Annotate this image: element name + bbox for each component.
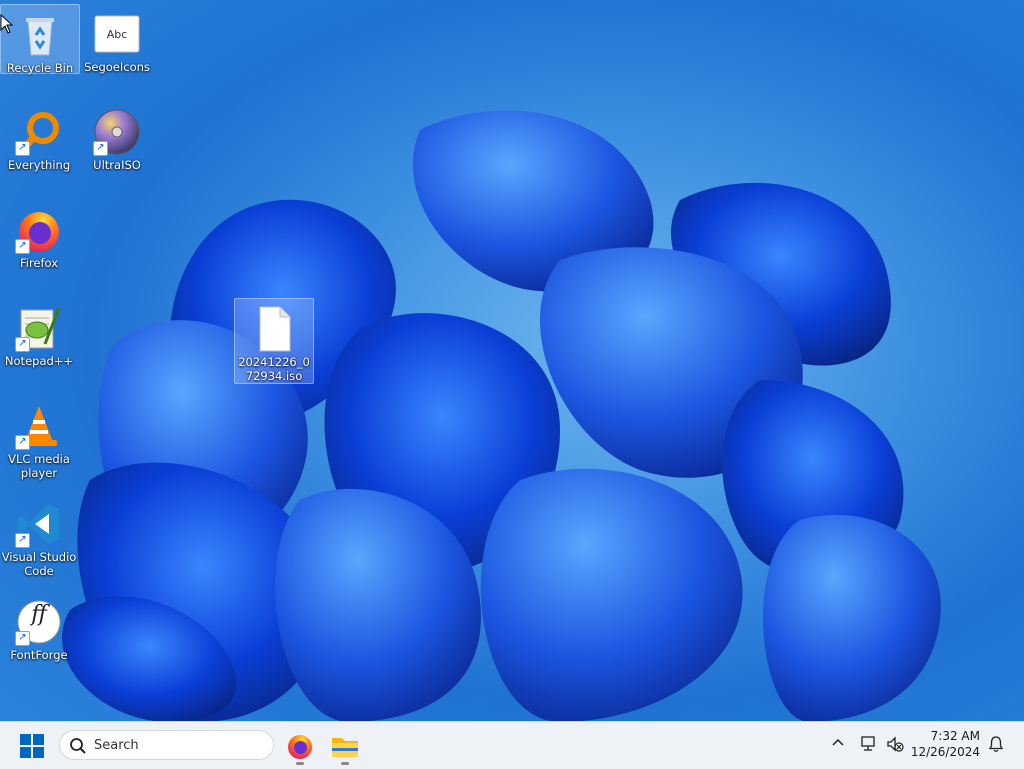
shortcut-arrow-icon: ↗ (15, 337, 30, 352)
shortcut-arrow-icon: ↗ (93, 141, 108, 156)
shortcut-arrow-icon: ↗ (15, 435, 30, 450)
desktop-icon-everything[interactable]: ↗ Everything (0, 102, 78, 172)
desktop-icon-label: Visual Studio Code (1, 550, 77, 578)
disc-icon: ↗ (93, 108, 141, 156)
shortcut-arrow-icon: ↗ (15, 533, 30, 548)
clock-date: 12/26/2024 (910, 745, 980, 759)
show-hidden-icons-button[interactable] (830, 735, 846, 755)
font-file-icon: Abc (93, 10, 141, 58)
network-status[interactable] (860, 735, 878, 757)
desktop-icon-fontforge[interactable]: ff ↗ FontForge (0, 592, 78, 662)
taskbar-search-box[interactable]: Search (59, 730, 274, 760)
running-indicator (341, 762, 349, 765)
taskbar-firefox[interactable] (284, 730, 316, 765)
firefox-icon: ↗ (15, 206, 63, 254)
mouse-cursor-icon (0, 14, 14, 34)
desktop-icon-label: 20241226_072934.iso (238, 355, 310, 383)
chevron-up-icon (832, 738, 844, 746)
shortcut-arrow-icon: ↗ (15, 631, 30, 646)
fontforge-glyph: ff (31, 602, 47, 627)
recycle-bin-icon (16, 11, 64, 59)
clock-time: 7:32 AM (930, 729, 980, 743)
desktop-icon-label: SegoeIcons (84, 60, 150, 74)
notifications-button[interactable] (988, 735, 1004, 757)
notepad-plus-plus-icon: ↗ (15, 304, 63, 352)
everything-search-icon: ↗ (15, 108, 63, 156)
windows-logo-icon (20, 734, 44, 758)
monitor-network-icon (861, 736, 875, 751)
start-button[interactable] (20, 734, 44, 758)
desktop-icon-ultraiso[interactable]: ↗ UltraISO (78, 102, 156, 172)
desktop-icon-label: Everything (7, 158, 71, 172)
vscode-icon: ↗ (15, 500, 63, 548)
firefox-icon (288, 735, 312, 759)
bell-icon (988, 736, 1004, 752)
vlc-cone-icon: ↗ (15, 402, 63, 450)
desktop-icon-vlc[interactable]: ↗ VLC media player (0, 396, 78, 480)
shortcut-arrow-icon: ↗ (15, 239, 30, 254)
desktop-icon-label: Notepad++ (4, 354, 74, 368)
search-placeholder: Search (94, 738, 139, 753)
volume-status[interactable] (886, 735, 904, 757)
running-indicator (296, 762, 304, 765)
taskbar: Search 7:32 AM 12/26/2024 (0, 721, 1024, 769)
taskbar-clock[interactable]: 7:32 AM 12/26/2024 (911, 728, 980, 760)
font-preview-glyph: Abc (106, 28, 128, 41)
desktop-icon-label: UltraISO (93, 158, 141, 172)
desktop-icon-firefox[interactable]: ↗ Firefox (0, 200, 78, 270)
desktop-icon-segoeicons[interactable]: Abc SegoeIcons (78, 4, 156, 74)
taskbar-file-explorer[interactable] (329, 730, 361, 765)
fontforge-icon: ff ↗ (15, 598, 63, 646)
file-explorer-icon (332, 738, 358, 757)
desktop-icon-vscode[interactable]: ↗ Visual Studio Code (0, 494, 78, 578)
desktop-icon-iso-file[interactable]: 20241226_072934.iso (234, 298, 314, 384)
shortcut-arrow-icon: ↗ (15, 141, 30, 156)
desktop-icon-label: VLC media player (8, 452, 70, 480)
desktop-icon-label: Recycle Bin (6, 61, 74, 75)
blank-file-icon (250, 305, 298, 353)
desktop-icon-label: FontForge (10, 648, 68, 662)
speaker-muted-icon (887, 736, 904, 752)
desktop-icon-notepad-plus-plus[interactable]: ↗ Notepad++ (0, 298, 78, 368)
search-icon (70, 738, 86, 754)
desktop-icon-label: Firefox (19, 256, 59, 270)
